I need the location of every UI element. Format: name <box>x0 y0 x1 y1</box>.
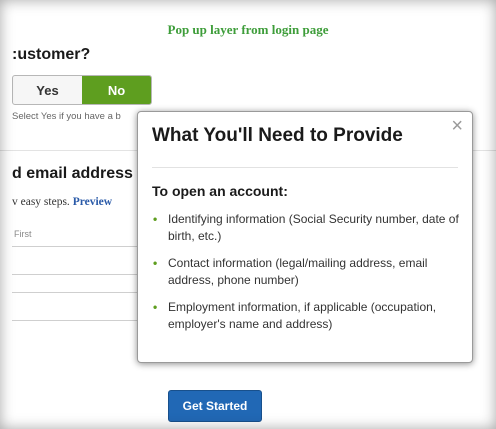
requirements-popup: What You'll Need to Provide × To open an… <box>137 111 473 363</box>
bullet-icon: • <box>153 212 158 226</box>
get-started-button[interactable]: Get Started <box>168 390 262 422</box>
helper-text: Select Yes if you have a b <box>12 111 121 122</box>
caption: Pop up layer from login page <box>167 22 329 37</box>
popup-divider <box>152 167 458 168</box>
customer-toggle[interactable]: Yes No <box>12 75 152 105</box>
yes-option[interactable]: Yes <box>13 76 82 104</box>
bullet-icon: • <box>153 300 158 314</box>
preview-link[interactable]: Preview <box>73 196 112 208</box>
first-name-field[interactable] <box>12 246 140 247</box>
customer-heading: :ustomer? <box>12 46 91 63</box>
list-item-text: Identifying information (Social Security… <box>168 212 459 243</box>
list-item-text: Employment information, if applicable (o… <box>168 300 437 331</box>
popup-title: What You'll Need to Provide <box>152 125 403 146</box>
list-item: • Identifying information (Social Securi… <box>152 211 464 245</box>
confirm-email-field[interactable] <box>12 320 140 321</box>
list-item: • Employment information, if applicable … <box>152 299 464 333</box>
name-field[interactable] <box>12 274 140 275</box>
requirements-list: • Identifying information (Social Securi… <box>152 211 464 343</box>
close-icon[interactable]: × <box>451 115 463 138</box>
no-option[interactable]: No <box>82 76 151 104</box>
list-item: • Contact information (legal/mailing add… <box>152 255 464 289</box>
email-heading: d email address <box>12 165 133 182</box>
list-item-text: Contact information (legal/mailing addre… <box>168 256 428 287</box>
popup-subheading: To open an account: <box>152 183 288 199</box>
bullet-icon: • <box>153 256 158 270</box>
steps-text: v easy steps. Preview <box>12 196 112 208</box>
steps-label: v easy steps. <box>12 196 70 208</box>
first-name-label: First <box>14 229 32 239</box>
email-field[interactable] <box>12 292 140 293</box>
